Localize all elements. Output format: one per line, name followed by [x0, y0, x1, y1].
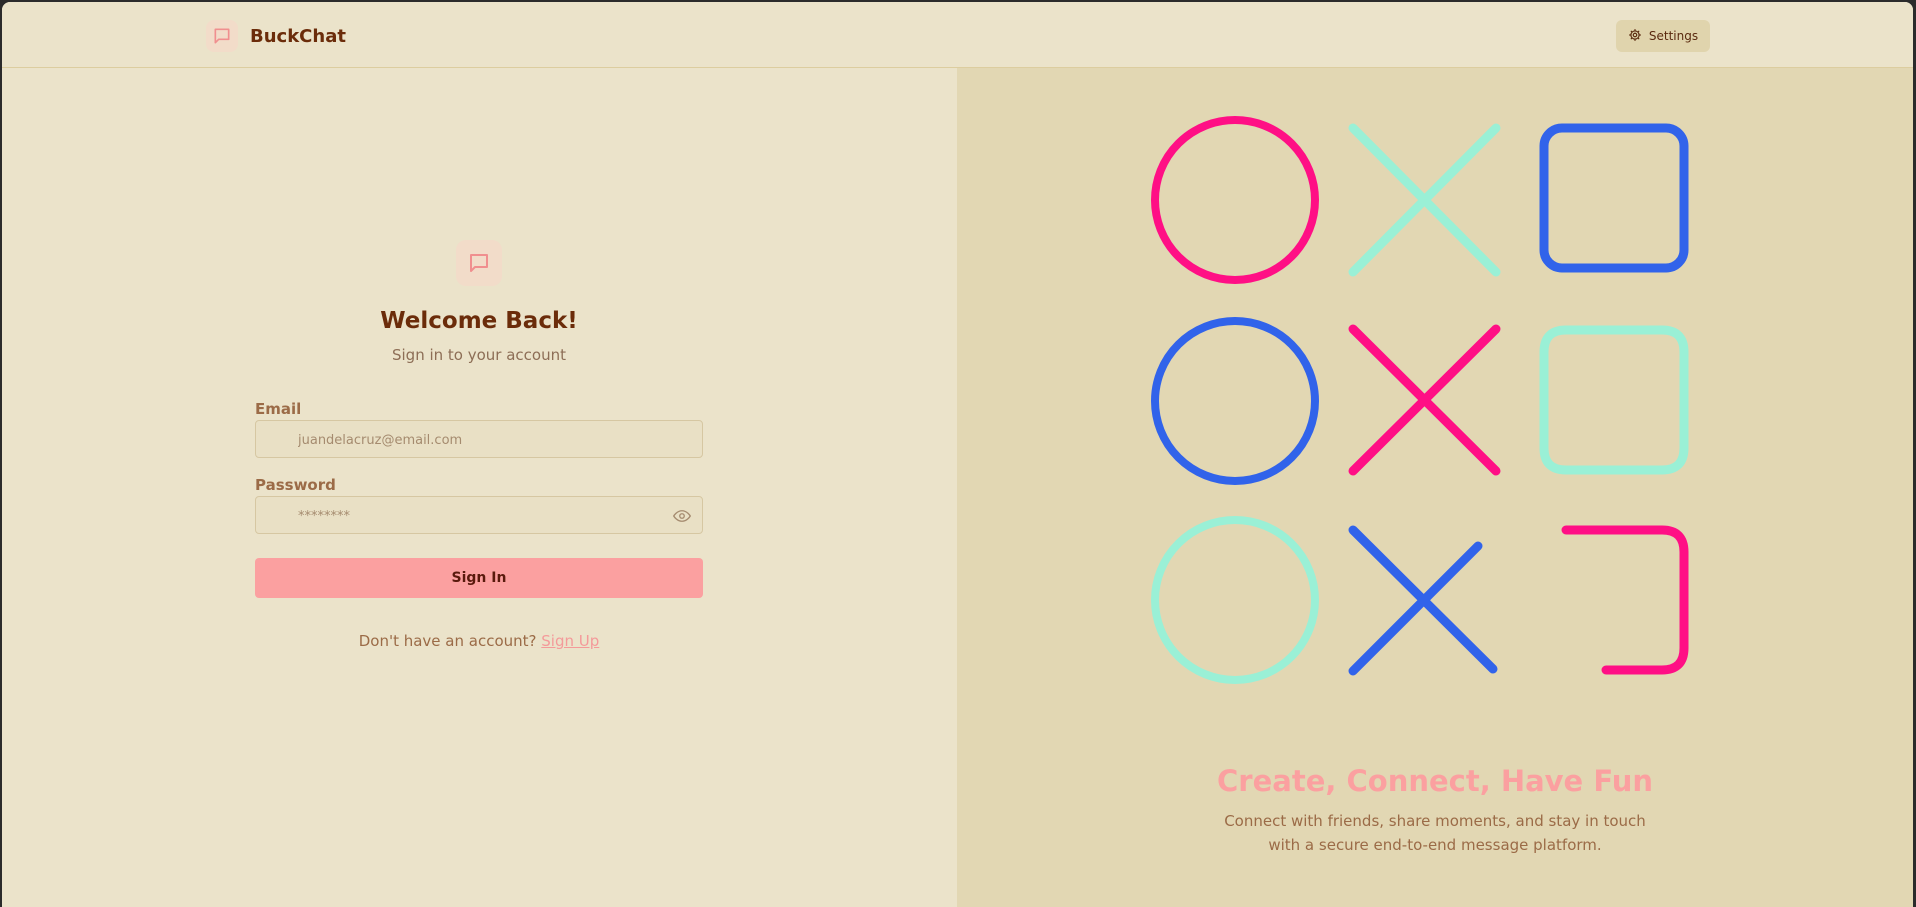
- sign-up-link[interactable]: Sign Up: [541, 632, 599, 650]
- password-label: Password: [255, 476, 336, 494]
- chat-bubble-icon: [206, 20, 238, 52]
- eye-icon[interactable]: [672, 507, 692, 529]
- chat-bubble-icon: [456, 240, 502, 286]
- settings-button[interactable]: Settings: [1616, 20, 1710, 52]
- hero-pane: Create, Connect, Have Fun Connect with f…: [957, 68, 1913, 907]
- circle-shape: [1151, 516, 1319, 684]
- login-form: Welcome Back! Sign in to your account Em…: [255, 240, 703, 650]
- signup-prompt: Don't have an account?: [358, 632, 537, 650]
- signup-row: Don't have an account? Sign Up: [255, 632, 703, 650]
- page-title: Welcome Back!: [380, 308, 578, 334]
- sign-in-button[interactable]: Sign In: [255, 558, 703, 598]
- page-subtitle: Sign in to your account: [391, 346, 566, 364]
- shapes-grid: [1151, 116, 1689, 684]
- gear-icon: [1628, 28, 1642, 45]
- email-field[interactable]: [296, 421, 660, 459]
- cross-shape: [1348, 324, 1501, 476]
- password-field-box: [255, 496, 703, 535]
- email-field-box: [255, 420, 703, 459]
- settings-label: Settings: [1648, 29, 1699, 43]
- app-window: BuckChat Settings Welcome Back! Sign in …: [2, 2, 1913, 907]
- hero-description: Connect with friends, share moments, and…: [1224, 812, 1646, 854]
- brand-name: BuckChat: [250, 25, 346, 47]
- login-pane: Welcome Back! Sign in to your account Em…: [2, 68, 957, 907]
- hero-title: Create, Connect, Have Fun: [1217, 764, 1653, 798]
- cross-shape: [1348, 525, 1498, 676]
- square-shape: [1539, 325, 1689, 475]
- email-label: Email: [255, 400, 302, 418]
- circle-shape: [1151, 116, 1319, 284]
- square-shape: [1561, 525, 1689, 675]
- cross-shape: [1348, 123, 1501, 277]
- square-shape: [1539, 123, 1689, 273]
- brand[interactable]: BuckChat: [206, 20, 346, 52]
- top-navbar: BuckChat Settings: [2, 2, 1913, 68]
- circle-shape: [1151, 317, 1319, 485]
- password-field[interactable]: [296, 497, 660, 535]
